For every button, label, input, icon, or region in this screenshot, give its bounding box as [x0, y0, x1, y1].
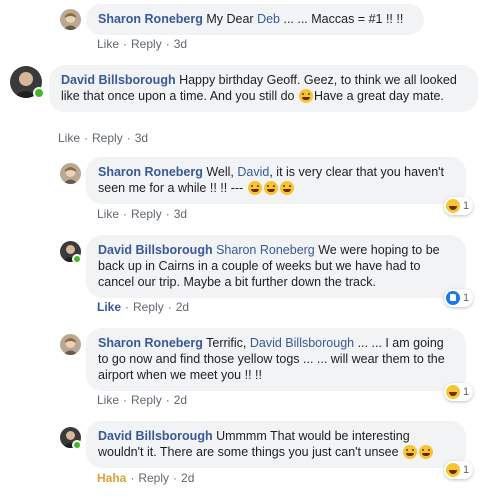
reply-link[interactable]: Reply	[92, 131, 123, 145]
comment-author[interactable]: Sharon Roneberg	[98, 165, 203, 179]
avatar[interactable]	[60, 334, 81, 355]
comment-actions: Like · Reply · 2d	[97, 300, 190, 314]
reply-link[interactable]: Reply	[138, 471, 169, 485]
online-status-icon	[33, 87, 45, 99]
laughing-emoji-icon	[279, 181, 294, 195]
like-reaction-icon	[446, 291, 460, 305]
haha-link[interactable]: Haha	[97, 471, 126, 485]
tongue-wink-emoji-icon	[298, 89, 313, 103]
reaction-count: 1	[463, 464, 470, 476]
haha-reaction-icon	[446, 463, 460, 477]
comment-text: Well,	[202, 165, 238, 179]
comment-text: Have a great day mate.	[313, 89, 444, 103]
reaction-count-badge[interactable]: 1	[444, 383, 474, 401]
reaction-count-badge[interactable]: 1	[444, 461, 474, 479]
comment-author[interactable]: David Billsborough	[98, 243, 213, 257]
reply-link[interactable]: Reply	[131, 393, 162, 407]
comment-text: My Dear	[202, 12, 258, 26]
comment-timestamp[interactable]: 2d	[174, 393, 187, 407]
comment-timestamp[interactable]: 2d	[181, 471, 194, 485]
online-status-icon	[72, 254, 82, 264]
reaction-count: 1	[463, 292, 470, 304]
comment-actions: Like · Reply · 3d	[97, 37, 188, 51]
online-status-icon	[72, 440, 82, 450]
comment-text: Terrific,	[202, 336, 250, 350]
comment-timestamp[interactable]: 3d	[174, 207, 187, 221]
rofl-emoji-icon	[403, 445, 418, 459]
comment-bubble: Sharon Roneberg Well, David, it is very …	[86, 157, 466, 204]
mention-link[interactable]: Deb	[257, 12, 280, 26]
comment-timestamp[interactable]: 2d	[176, 300, 189, 314]
like-link[interactable]: Like	[97, 37, 119, 51]
laughing-emoji-icon	[247, 181, 262, 195]
comment-bubble: David Billsborough Sharon Roneberg We we…	[86, 235, 466, 298]
reply-link[interactable]: Reply	[133, 300, 164, 314]
comment-author[interactable]: David Billsborough	[98, 429, 213, 443]
mention-link[interactable]: Sharon Roneberg	[216, 243, 315, 257]
reply-link[interactable]: Reply	[131, 207, 162, 221]
comment-timestamp[interactable]: 3d	[174, 37, 187, 51]
avatar[interactable]	[60, 163, 81, 184]
reaction-count: 1	[463, 386, 470, 398]
like-link[interactable]: Like	[58, 131, 80, 145]
comment-author[interactable]: Sharon Roneberg	[98, 336, 203, 350]
rofl-emoji-icon	[419, 445, 434, 459]
comment-actions: Haha · Reply · 2d	[97, 471, 195, 485]
haha-reaction-icon	[446, 385, 460, 399]
comment-timestamp[interactable]: 3d	[135, 131, 148, 145]
reaction-count-badge[interactable]: 1	[444, 197, 474, 215]
haha-reaction-icon	[446, 199, 460, 213]
comment-text: ... ... Maccas = #1 !! !!	[280, 12, 404, 26]
mention-link[interactable]: David	[237, 165, 269, 179]
like-link[interactable]: Like	[97, 207, 119, 221]
reaction-count-badge[interactable]: 1	[444, 289, 474, 307]
comment-author[interactable]: David Billsborough	[61, 73, 176, 87]
comment-actions: Like · Reply · 3d	[58, 131, 149, 145]
mention-link[interactable]: David Billsborough	[250, 336, 354, 350]
comment-bubble: David Billsborough Happy birthday Geoff.…	[49, 65, 478, 112]
rofl-emoji-icon	[263, 181, 278, 195]
reply-link[interactable]: Reply	[131, 37, 162, 51]
comment-bubble: David Billsborough Ummmm That would be i…	[86, 421, 466, 468]
like-link[interactable]: Like	[97, 393, 119, 407]
comment-author[interactable]: Sharon Roneberg	[98, 12, 203, 26]
like-link[interactable]: Like	[97, 300, 121, 314]
comment-actions: Like · Reply · 3d	[97, 207, 188, 221]
reaction-count: 1	[463, 200, 470, 212]
avatar[interactable]	[60, 9, 81, 30]
comment-bubble: Sharon Roneberg My Dear Deb ... ... Macc…	[86, 4, 424, 35]
comment-actions: Like · Reply · 2d	[97, 393, 188, 407]
comment-bubble: Sharon Roneberg Terrific, David Billsbor…	[86, 328, 466, 391]
